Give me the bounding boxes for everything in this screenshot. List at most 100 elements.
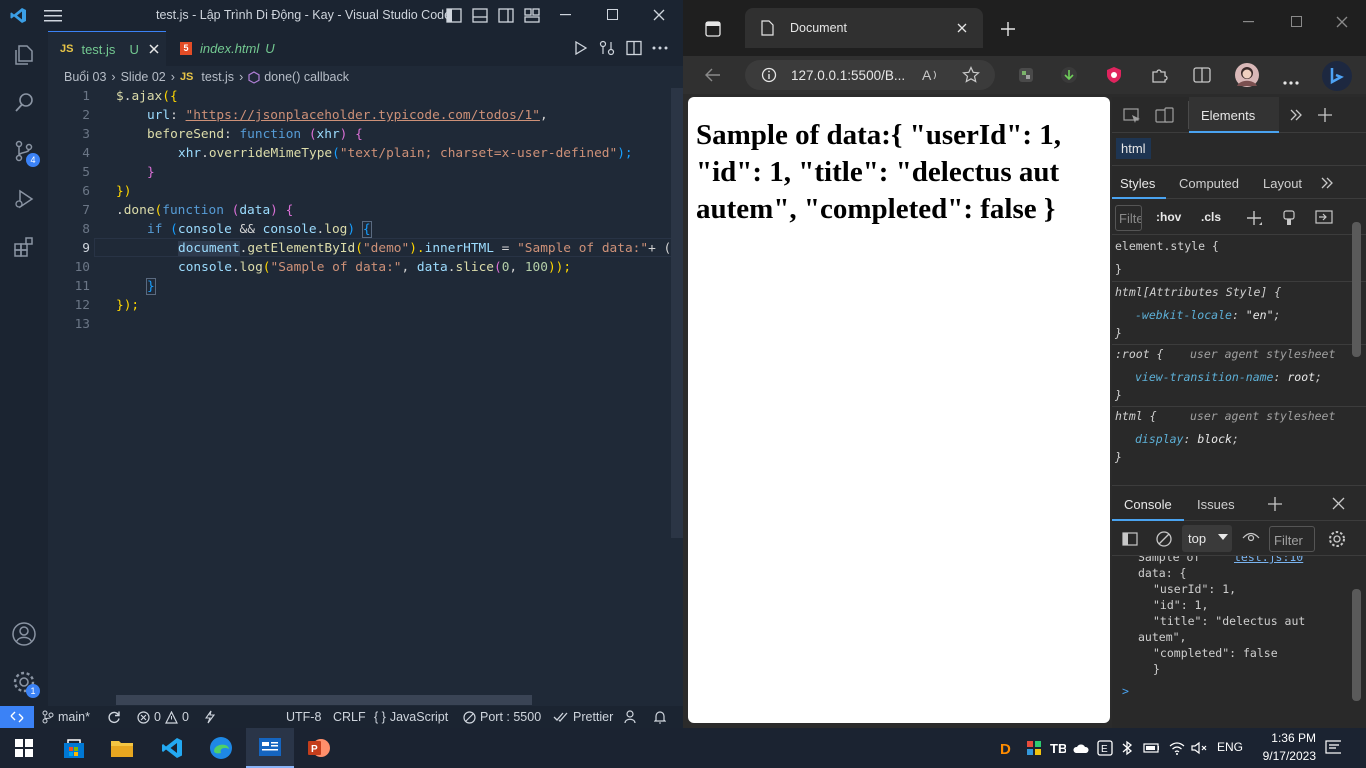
settings-more-icon[interactable]: [1281, 73, 1301, 93]
new-tab-icon[interactable]: [1001, 22, 1015, 36]
console-source-link[interactable]: test.js:10: [1234, 556, 1303, 564]
horizontal-scrollbar[interactable]: [116, 695, 532, 705]
add-drawer-tab-plus-icon[interactable]: [1268, 497, 1282, 511]
tab-index-html[interactable]: 5 index.html U: [168, 31, 288, 66]
dom-breadcrumb-item[interactable]: html: [1116, 138, 1151, 159]
close-drawer-icon[interactable]: [1332, 497, 1345, 510]
tab-elements[interactable]: Elements: [1189, 97, 1279, 133]
console-prompt[interactable]: >: [1122, 684, 1129, 698]
run-debug-icon[interactable]: [0, 175, 48, 223]
tray-text-icon[interactable]: TB: [1050, 740, 1066, 756]
computed-sidebar-icon[interactable]: [1315, 210, 1333, 224]
inspect-element-icon[interactable]: [1123, 108, 1141, 124]
subtab-computed[interactable]: Computed: [1179, 176, 1239, 191]
accounts-icon[interactable]: [0, 610, 48, 658]
edge-taskbar-icon[interactable]: [197, 728, 245, 768]
profile-avatar[interactable]: [1234, 62, 1260, 88]
search-icon[interactable]: [0, 79, 48, 127]
styles-scrollbar[interactable]: [1352, 222, 1361, 357]
branch-indicator[interactable]: main*: [42, 710, 90, 724]
live-server-port[interactable]: Port : 5500: [463, 710, 541, 724]
windows-start-icon[interactable]: [0, 728, 48, 768]
split-screen-icon[interactable]: [1192, 65, 1212, 85]
open-changes-icon[interactable]: [599, 40, 615, 56]
powerpoint-icon[interactable]: P: [295, 728, 343, 768]
encoding-indicator[interactable]: UTF-8: [286, 710, 321, 724]
breadcrumb-item[interactable]: Buổi 03: [64, 70, 106, 84]
volume-muted-icon[interactable]: [1191, 740, 1207, 756]
tab-console[interactable]: Console: [1112, 486, 1184, 521]
extensions-icon[interactable]: [0, 223, 48, 271]
new-rule-plus-icon[interactable]: [1247, 211, 1263, 227]
cls-toggle[interactable]: .cls: [1201, 210, 1221, 224]
back-arrow-icon[interactable]: [703, 65, 723, 85]
tab-issues[interactable]: Issues: [1197, 497, 1235, 512]
close-window-icon[interactable]: [653, 9, 665, 21]
notification-center-icon[interactable]: [1325, 740, 1341, 756]
console-scrollbar[interactable]: [1352, 589, 1361, 701]
active-app-taskbar-icon[interactable]: [246, 728, 294, 768]
device-emulation-icon[interactable]: [1155, 107, 1175, 125]
minimize-icon[interactable]: [1243, 21, 1254, 23]
close-tab-icon[interactable]: [149, 44, 159, 54]
clear-console-icon[interactable]: [1156, 531, 1172, 547]
manage-gear-icon[interactable]: 1: [0, 658, 48, 706]
download-extension-icon[interactable]: [1059, 65, 1079, 85]
breadcrumb-item[interactable]: Slide 02: [121, 70, 166, 84]
sync-icon[interactable]: [107, 710, 121, 724]
favorite-star-icon[interactable]: [961, 65, 981, 85]
context-selector[interactable]: top: [1182, 525, 1232, 552]
more-tabs-chevron-icon[interactable]: [1289, 108, 1303, 122]
problems-indicator[interactable]: 00: [137, 710, 189, 724]
source-control-icon[interactable]: 4: [0, 127, 48, 175]
clock-time[interactable]: 1:36 PM: [1250, 731, 1316, 745]
bluetooth-icon[interactable]: [1119, 740, 1135, 756]
close-tab-icon[interactable]: [957, 23, 967, 33]
customize-layout-icon[interactable]: [524, 8, 540, 23]
subtab-layout[interactable]: Layout: [1263, 176, 1302, 191]
tray-e-icon[interactable]: E: [1097, 740, 1113, 756]
vscode-taskbar-icon[interactable]: [148, 728, 196, 768]
feedback-icon[interactable]: [624, 710, 638, 724]
onedrive-cloud-icon[interactable]: [1073, 740, 1089, 756]
eol-indicator[interactable]: CRLF: [333, 710, 366, 724]
more-subtabs-chevron-icon[interactable]: [1320, 176, 1334, 190]
bing-copilot-icon[interactable]: [1321, 60, 1353, 92]
adblock-shield-icon[interactable]: [1104, 65, 1124, 85]
hov-toggle[interactable]: :hov: [1156, 210, 1181, 224]
store-icon[interactable]: [50, 728, 98, 768]
explorer-icon[interactable]: [0, 31, 48, 79]
split-editor-icon[interactable]: [626, 40, 642, 56]
tab-actions-icon[interactable]: [705, 21, 721, 37]
close-window-icon[interactable]: [1336, 16, 1348, 28]
tray-color-icon[interactable]: [1026, 740, 1042, 756]
extension-icon[interactable]: [1016, 65, 1036, 85]
add-tab-plus-icon[interactable]: [1318, 108, 1332, 122]
tab-test-js[interactable]: JS test.js U: [48, 31, 166, 66]
file-explorer-icon[interactable]: [98, 728, 146, 768]
tray-app-icon[interactable]: D: [1000, 740, 1016, 756]
address-bar[interactable]: 127.0.0.1:5500/B...: [745, 60, 995, 90]
run-icon[interactable]: [574, 41, 587, 55]
console-filter-input[interactable]: Filter: [1269, 526, 1315, 552]
code-editor[interactable]: 1 2 3 4 5 6 7 8 9 10 11 12 13 $.ajax({ u…: [48, 88, 683, 706]
lightning-icon[interactable]: [205, 710, 215, 724]
styles-filter-input[interactable]: Filte: [1115, 205, 1142, 231]
live-expression-eye-icon[interactable]: [1242, 532, 1260, 544]
vertical-scrollbar[interactable]: [671, 88, 683, 538]
toggle-secondary-sidebar-icon[interactable]: [498, 8, 514, 23]
wifi-icon[interactable]: [1169, 740, 1185, 756]
battery-icon[interactable]: [1143, 740, 1159, 756]
browser-tab[interactable]: Document: [745, 8, 983, 48]
console-settings-gear-icon[interactable]: [1328, 530, 1346, 548]
menu-icon[interactable]: [44, 9, 62, 23]
maximize-icon[interactable]: [1291, 16, 1302, 27]
language-indicator[interactable]: { } JavaScript: [374, 710, 448, 724]
maximize-icon[interactable]: [607, 9, 618, 20]
console-sidebar-icon[interactable]: [1122, 532, 1138, 546]
breadcrumb-item[interactable]: test.js: [201, 70, 234, 84]
read-aloud-icon[interactable]: A: [921, 65, 941, 85]
notifications-bell-icon[interactable]: [654, 710, 666, 724]
minimize-icon[interactable]: [560, 14, 571, 16]
breadcrumb-item[interactable]: done() callback: [264, 70, 349, 84]
